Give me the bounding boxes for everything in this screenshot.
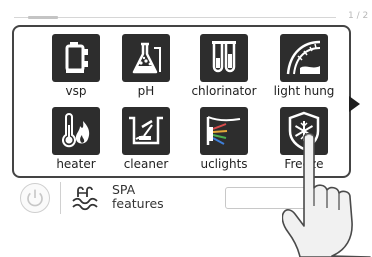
page-indicator-track <box>14 17 336 18</box>
power-icon <box>27 189 43 207</box>
power-button[interactable] <box>20 183 50 213</box>
tile-cleaner[interactable]: cleaner <box>106 105 186 173</box>
light-hung-arch-icon <box>280 34 328 82</box>
bottom-divider <box>60 182 61 214</box>
spa-label-line1: SPA <box>112 182 136 197</box>
pointing-hand-icon <box>282 132 371 257</box>
heater-thermometer-flame-icon <box>52 107 100 155</box>
spa-features-button[interactable]: SPA features <box>112 183 164 211</box>
tile-chlorinator[interactable]: chlorinator <box>184 32 264 100</box>
tile-ph[interactable]: pH <box>106 32 186 100</box>
vsp-pump-icon <box>52 34 100 82</box>
chlorinator-tubes-icon <box>200 34 248 82</box>
tile-label: light hung <box>273 84 335 98</box>
ph-flask-icon <box>122 34 170 82</box>
spa-label-line2: features <box>112 196 164 211</box>
uclights-icon <box>200 107 248 155</box>
tile-light-hung[interactable]: light hung <box>264 32 344 100</box>
next-page-arrow-icon[interactable] <box>347 95 361 113</box>
page-indicator: 1 / 2 <box>14 11 368 21</box>
pool-cleaner-icon <box>122 107 170 155</box>
page-number: 1 / 2 <box>348 11 369 21</box>
page-indicator-active <box>28 16 58 19</box>
spa-waves-icon <box>72 186 98 211</box>
tile-uclights[interactable]: uclights <box>184 105 264 173</box>
